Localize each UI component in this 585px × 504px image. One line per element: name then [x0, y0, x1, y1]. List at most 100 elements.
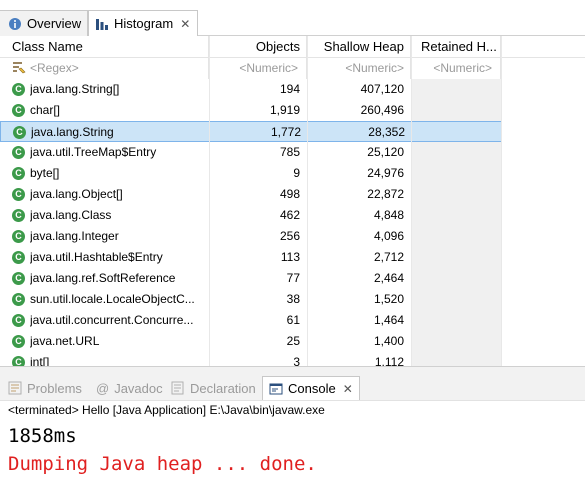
- objects-cell: 9: [293, 166, 300, 180]
- filter-retained-heap-input[interactable]: <Numeric>: [411, 58, 501, 79]
- retained-heap-cell: [412, 100, 500, 121]
- tab-problems[interactable]: Problems: [8, 376, 82, 400]
- retained-heap-cell: [412, 331, 500, 352]
- class-icon: C: [12, 272, 25, 285]
- shallow-heap-cell: 24,976: [367, 166, 404, 180]
- filter-row: <Regex> <Numeric> <Numeric> <Numeric>: [0, 58, 585, 79]
- class-icon: C: [12, 230, 25, 243]
- retained-heap-cell: [412, 163, 500, 184]
- info-icon: [8, 17, 22, 31]
- console-tab-bar: Problems @ Javadoc Declaration Console ✕: [0, 367, 585, 401]
- column-divider: [411, 36, 412, 366]
- objects-cell: 113: [280, 250, 300, 264]
- objects-cell: 25: [286, 334, 300, 348]
- retained-heap-cell: [412, 289, 500, 310]
- retained-heap-cell: [412, 142, 500, 163]
- objects-cell: 1,772: [270, 125, 301, 139]
- shallow-heap-cell: 4,848: [373, 208, 404, 222]
- at-sign-icon: @: [96, 380, 110, 396]
- filter-objects-input[interactable]: <Numeric>: [209, 58, 307, 79]
- class-icon: C: [12, 146, 25, 159]
- table-row[interactable]: Cjava.util.Hashtable$Entry 113 2,712: [0, 247, 502, 268]
- objects-cell: 3: [293, 355, 300, 366]
- objects-cell: 38: [286, 292, 300, 306]
- table-row[interactable]: Cjava.lang.String[] 194 407,120: [0, 79, 502, 100]
- shallow-heap-cell: 22,872: [367, 187, 404, 201]
- class-name-cell: java.util.concurrent.Concurre...: [30, 313, 194, 327]
- column-header-objects[interactable]: Objects: [209, 36, 307, 58]
- objects-cell: 256: [279, 229, 300, 243]
- retained-heap-cell: [412, 184, 500, 205]
- objects-cell: 1,919: [269, 103, 300, 117]
- class-name-cell: char[]: [30, 103, 61, 117]
- table-row[interactable]: Cint[] 3 1,112: [0, 352, 502, 366]
- shallow-heap-cell: 25,120: [367, 145, 404, 159]
- filter-class-name-input[interactable]: <Regex>: [30, 58, 209, 79]
- table-row[interactable]: Cjava.util.concurrent.Concurre... 61 1,464: [0, 310, 502, 331]
- table-row[interactable]: Cjava.net.URL 25 1,400: [0, 331, 502, 352]
- table-row[interactable]: Csun.util.locale.LocaleObjectC... 38 1,520: [0, 289, 502, 310]
- class-icon: C: [12, 293, 25, 306]
- close-icon[interactable]: ✕: [343, 382, 353, 396]
- objects-cell: 77: [286, 271, 300, 285]
- retained-heap-cell: [412, 226, 500, 247]
- tab-declaration[interactable]: Declaration: [171, 376, 256, 400]
- filter-icon: [12, 61, 28, 79]
- shallow-heap-cell: 407,120: [360, 82, 404, 96]
- column-header-class-name[interactable]: Class Name: [0, 36, 209, 58]
- tab-javadoc-label: Javadoc: [114, 380, 163, 396]
- tab-overview[interactable]: Overview: [0, 10, 88, 36]
- retained-heap-cell: [412, 352, 500, 366]
- class-icon: C: [13, 126, 26, 139]
- table-row[interactable]: Cbyte[] 9 24,976: [0, 163, 502, 184]
- table-row[interactable]: Cjava.lang.Object[] 498 22,872: [0, 184, 502, 205]
- retained-heap-cell: [412, 205, 500, 226]
- class-icon: C: [12, 188, 25, 201]
- console-icon: [269, 382, 283, 396]
- class-name-cell: sun.util.locale.LocaleObjectC...: [30, 292, 195, 306]
- bar-chart-icon: [95, 17, 109, 31]
- objects-cell: 61: [286, 313, 300, 327]
- objects-cell: 498: [279, 187, 300, 201]
- shallow-heap-cell: 1,520: [373, 292, 404, 306]
- table-row[interactable]: Cjava.lang.String 1,772 28,352: [0, 121, 502, 142]
- table-row[interactable]: Cjava.lang.Integer 256 4,096: [0, 226, 502, 247]
- console-output-line: 1858ms: [8, 425, 77, 447]
- class-icon: C: [12, 83, 25, 96]
- tab-javadoc[interactable]: @ Javadoc: [96, 376, 163, 400]
- console-error-line: Dumping Java heap ... done.: [8, 453, 317, 475]
- column-divider: [501, 36, 502, 366]
- table-row[interactable]: Cchar[] 1,919 260,496: [0, 100, 502, 121]
- class-name-cell: java.net.URL: [30, 334, 100, 348]
- column-header-retained-heap[interactable]: Retained H...: [411, 36, 501, 58]
- table-row[interactable]: Cjava.lang.ref.SoftReference 77 2,464: [0, 268, 502, 289]
- retained-heap-cell: [412, 310, 500, 331]
- shallow-heap-cell: 260,496: [360, 103, 404, 117]
- tab-declaration-label: Declaration: [190, 380, 256, 396]
- class-icon: C: [12, 167, 25, 180]
- tab-histogram[interactable]: Histogram ✕: [88, 10, 198, 36]
- retained-heap-cell: [412, 79, 500, 100]
- class-name-cell: java.lang.String: [31, 125, 114, 139]
- retained-heap-cell: [412, 268, 500, 289]
- filter-shallow-heap-input[interactable]: <Numeric>: [307, 58, 411, 79]
- editor-tab-bar: Overview Histogram ✕: [0, 0, 585, 36]
- class-name-cell: java.lang.Integer: [30, 229, 119, 243]
- table-row[interactable]: Cjava.lang.Class 462 4,848: [0, 205, 502, 226]
- class-icon: C: [12, 104, 25, 117]
- table-row[interactable]: Cjava.util.TreeMap$Entry 785 25,120: [0, 142, 502, 163]
- retained-heap-cell: [412, 247, 500, 268]
- column-header-shallow-heap[interactable]: Shallow Heap: [307, 36, 411, 58]
- class-name-cell: java.util.TreeMap$Entry: [30, 145, 157, 159]
- problems-icon: [8, 381, 22, 395]
- table-header: Class Name Objects Shallow Heap Retained…: [0, 36, 585, 58]
- shallow-heap-cell: 1,112: [374, 355, 404, 366]
- tab-console[interactable]: Console ✕: [262, 376, 360, 400]
- tab-problems-label: Problems: [27, 380, 82, 396]
- class-icon: C: [12, 335, 25, 348]
- histogram-table: Class Name Objects Shallow Heap Retained…: [0, 36, 585, 366]
- close-icon[interactable]: ✕: [180, 17, 190, 31]
- class-name-cell: java.lang.Object[]: [30, 187, 123, 201]
- tab-console-label: Console: [288, 381, 336, 396]
- shallow-heap-cell: 28,352: [368, 125, 405, 139]
